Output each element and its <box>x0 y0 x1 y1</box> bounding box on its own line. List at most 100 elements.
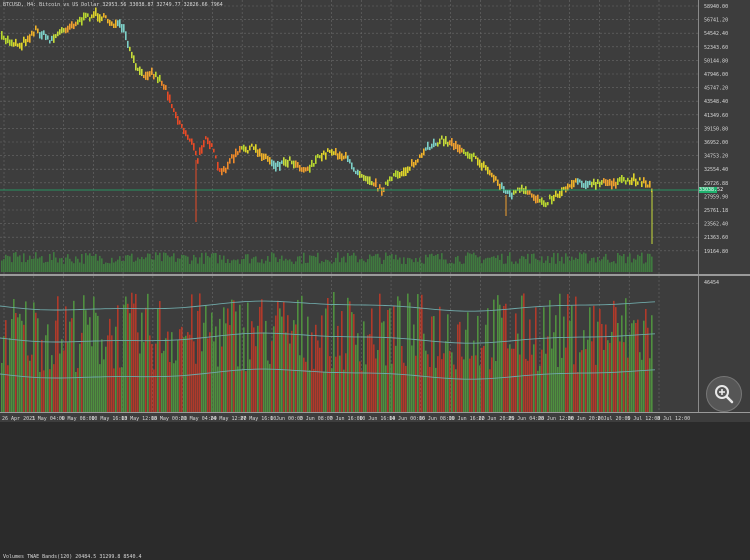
volume-indicator-pane[interactable]: Volumes TWAE Bands(120) 20484.5 31299.8 … <box>0 276 698 560</box>
volume-bar <box>379 257 381 272</box>
volume-bar <box>235 260 237 272</box>
volume-bar <box>261 259 263 272</box>
price-candle <box>109 19 111 26</box>
price-candle <box>323 150 325 155</box>
price-candle <box>129 46 131 52</box>
volume-bar <box>337 252 339 272</box>
indicator-bar <box>277 300 279 412</box>
price-candle <box>335 148 337 156</box>
volume-bar <box>155 252 157 272</box>
volume-bar <box>241 259 243 272</box>
indicator-bar <box>67 342 69 412</box>
indicator-bar <box>283 301 285 412</box>
price-candle <box>159 74 161 82</box>
price-scale[interactable]: 58940.00 56741.20 54542.40 52343.60 50144.80… <box>698 0 750 274</box>
volume-bar <box>303 252 305 272</box>
price-candle <box>165 85 167 91</box>
indicator-bar <box>421 294 423 412</box>
price-candle <box>111 21 113 26</box>
price-candle <box>467 151 469 159</box>
price-candle <box>3 35 5 40</box>
indicator-bar <box>353 314 355 412</box>
indicator-bar <box>457 324 459 412</box>
indicator-bar <box>203 322 205 412</box>
price-candle <box>293 160 295 169</box>
volume-bar <box>593 257 595 272</box>
price-candle <box>435 142 437 146</box>
time-axis-label: 6 May 08:00 <box>62 416 95 422</box>
price-candle <box>269 157 271 165</box>
indicator-bar <box>417 294 419 412</box>
indicator-bar <box>219 318 221 412</box>
volume-bar <box>357 262 359 272</box>
volume-indicator-chart[interactable] <box>0 276 698 412</box>
price-candle <box>1 31 3 40</box>
price-candle <box>69 23 71 30</box>
indicator-bar <box>425 350 427 412</box>
volume-bar <box>431 253 433 272</box>
price-candle <box>265 153 267 160</box>
indicator-bar <box>63 350 65 412</box>
indicator-bar <box>477 315 479 412</box>
time-axis[interactable]: 26 Apr 2021 3 May 04:00 6 May 08:00 10 May … <box>0 413 750 422</box>
indicator-bar <box>29 360 31 412</box>
price-candle <box>423 148 425 156</box>
volume-bar <box>507 255 509 272</box>
price-candle <box>511 192 513 200</box>
price-candle <box>279 161 281 171</box>
volume-bar <box>413 262 415 272</box>
indicator-bar <box>207 338 209 412</box>
indicator-bar <box>83 295 85 412</box>
indicator-bar <box>93 296 95 412</box>
indicator-bar <box>405 365 407 412</box>
price-candle <box>371 181 373 186</box>
price-candle <box>235 148 237 158</box>
indicator-bar <box>469 358 471 412</box>
indicator-bar <box>95 312 97 412</box>
indicator-bar <box>227 308 229 412</box>
indicator-bar <box>603 349 605 412</box>
price-candle <box>197 158 199 164</box>
price-candle <box>309 164 311 173</box>
price-candle <box>43 30 45 36</box>
volume-bar <box>621 256 623 272</box>
indicator-bar <box>351 312 353 412</box>
volume-bar <box>121 261 123 272</box>
price-candle <box>621 175 623 184</box>
volume-bar <box>383 259 385 272</box>
volume-bar <box>447 263 449 272</box>
indicator-bar <box>59 353 61 412</box>
price-candle <box>567 183 569 191</box>
indicator-bar <box>365 364 367 412</box>
price-candle <box>553 194 555 202</box>
price-candle <box>63 28 65 33</box>
price-candle <box>351 162 353 170</box>
indicator-bar <box>641 359 643 412</box>
indicator-bar <box>189 334 191 412</box>
indicator-bar <box>151 344 153 412</box>
volume-bar <box>563 263 565 272</box>
indicator-bar <box>45 335 47 412</box>
price-candle <box>551 195 553 205</box>
indicator-bar <box>345 353 347 412</box>
price-candle <box>299 165 301 172</box>
price-chart[interactable] <box>0 0 698 274</box>
volume-bar <box>443 259 445 272</box>
indicator-bar <box>131 292 133 412</box>
indicator-bar <box>183 337 185 412</box>
price-chart-pane[interactable]: BTCUSD, H4: Bitcoin vs US Dollar 32953.5… <box>0 0 698 274</box>
indicator-bar <box>193 341 195 412</box>
volume-bar <box>411 259 413 272</box>
price-candle <box>577 178 579 185</box>
price-candle <box>645 180 647 188</box>
volume-bar <box>531 253 533 272</box>
volume-bar <box>117 259 119 272</box>
price-candle <box>49 40 51 44</box>
volume-bar <box>311 255 313 272</box>
price-scale-label: 34753.20 <box>704 154 728 160</box>
price-candle <box>379 184 381 189</box>
zoom-button[interactable] <box>706 376 742 412</box>
indicator-bar <box>117 305 119 412</box>
price-candle <box>547 202 549 206</box>
volume-bar <box>143 259 145 272</box>
